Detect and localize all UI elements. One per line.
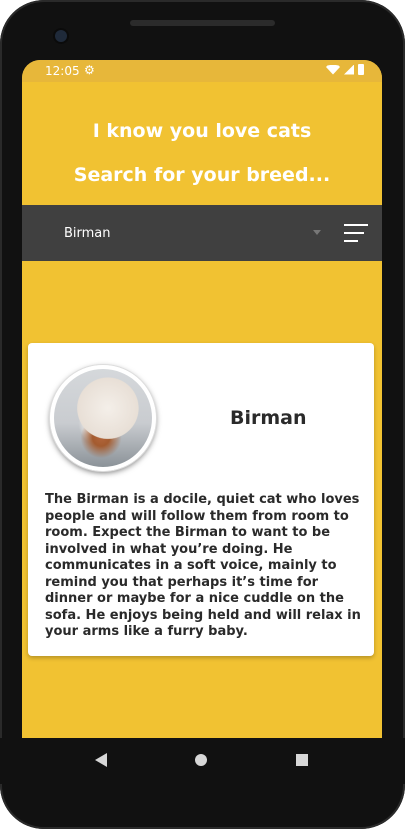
recents-icon[interactable] <box>296 754 308 766</box>
dropdown-arrow-icon[interactable] <box>313 230 321 235</box>
status-time: 12:05 <box>45 64 80 78</box>
home-icon[interactable] <box>195 754 207 766</box>
battery-icon <box>358 64 364 75</box>
page-title: I know you love cats <box>92 120 312 142</box>
app-screen: 12:05 ⚙ I know you love cats Search for … <box>22 60 382 780</box>
breed-image-avatar <box>50 365 156 471</box>
back-icon[interactable] <box>95 753 107 767</box>
front-camera <box>55 30 67 42</box>
signal-icon <box>344 64 354 75</box>
breed-card: Birman The Birman is a docile, quiet cat… <box>28 343 374 656</box>
gear-icon: ⚙ <box>84 63 95 77</box>
breed-name: Birman <box>230 407 307 429</box>
status-bar: 12:05 ⚙ <box>22 60 382 82</box>
wifi-icon <box>326 64 340 75</box>
breed-search-bar: Birman <box>22 205 382 261</box>
status-icons <box>326 64 364 75</box>
device-frame: 12:05 ⚙ I know you love cats Search for … <box>0 0 405 829</box>
system-nav-bar <box>0 738 405 784</box>
breed-description: The Birman is a docile, quiet cat who lo… <box>45 492 361 639</box>
speaker-grille <box>130 20 275 26</box>
page-subtitle: Search for your breed... <box>73 164 331 186</box>
filter-icon[interactable] <box>341 222 369 244</box>
breed-select[interactable]: Birman <box>64 226 111 241</box>
